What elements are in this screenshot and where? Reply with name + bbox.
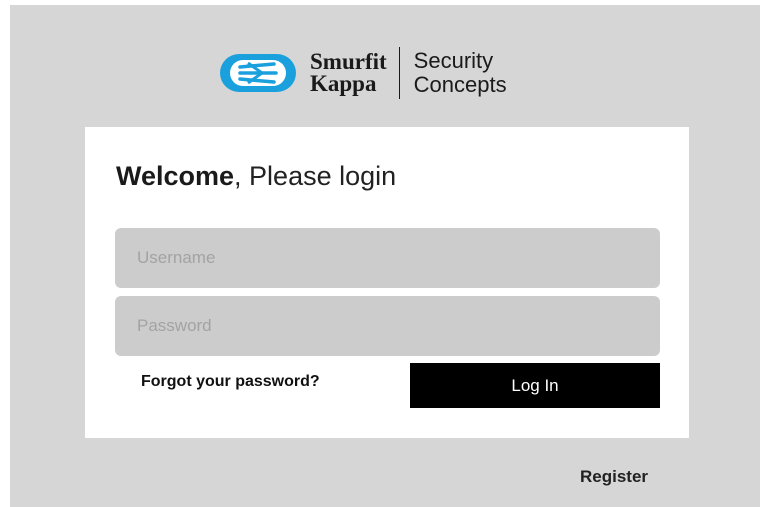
login-card: Welcome, Please login Forgot your passwo…	[85, 127, 689, 438]
logo: Smurfit Kappa Security Concepts	[218, 44, 507, 102]
product-name-line2: Concepts	[413, 72, 507, 97]
username-input[interactable]	[115, 228, 660, 288]
product-name-line1: Security	[413, 48, 494, 73]
company-name-line1: Smurfit	[310, 49, 387, 74]
password-input[interactable]	[115, 296, 660, 356]
page-title-bold: Welcome	[116, 161, 235, 191]
register-link[interactable]: Register	[580, 467, 648, 487]
page-title-rest: , Please login	[234, 161, 397, 191]
page-title: Welcome, Please login	[116, 161, 396, 192]
company-name: Smurfit Kappa	[310, 49, 387, 96]
company-name-line2: Kappa	[310, 71, 377, 96]
product-name: Security Concepts	[414, 49, 507, 97]
login-button[interactable]: Log In	[410, 363, 660, 408]
logo-divider	[398, 47, 400, 99]
forgot-password-link[interactable]: Forgot your password?	[141, 373, 320, 391]
smurfit-kappa-logo-icon	[220, 54, 296, 92]
